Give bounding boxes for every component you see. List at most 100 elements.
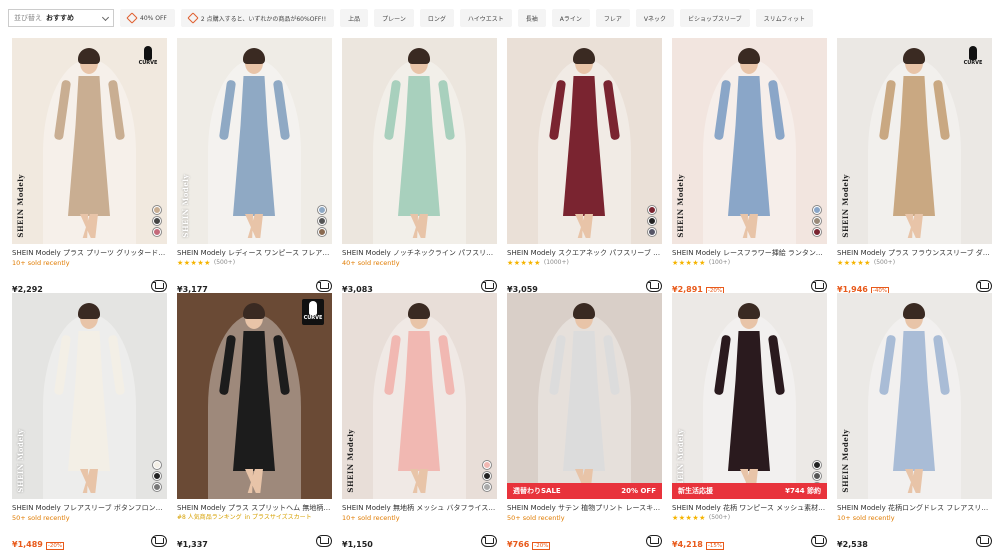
add-to-cart-button[interactable] (646, 535, 662, 547)
color-swatch[interactable] (648, 206, 656, 214)
color-swatch[interactable] (153, 217, 161, 225)
star-rating-icon: ★★★★★ (672, 259, 706, 267)
product-image[interactable]: SHEIN Modely (12, 293, 167, 499)
color-swatch[interactable] (153, 228, 161, 236)
chip-label: フレア (603, 15, 622, 23)
color-swatch[interactable] (813, 461, 821, 469)
product-title[interactable]: SHEIN Modely スクエアネック パフスリーブ ドレス (507, 248, 662, 258)
filter-chip-long[interactable]: ロング (419, 9, 454, 27)
add-to-cart-button[interactable] (151, 280, 167, 292)
product-image[interactable]: CURVE (177, 293, 332, 499)
color-swatch[interactable] (153, 461, 161, 469)
filter-chip-plain[interactable]: プレーン (374, 9, 414, 27)
color-swatch[interactable] (153, 472, 161, 480)
price-row: ¥1,489 -20% (12, 532, 167, 551)
add-to-cart-button[interactable] (316, 535, 332, 547)
product-title[interactable]: SHEIN Modely ノッチネックライン パフスリーブ ドレス (342, 248, 497, 258)
review-count: (1000+) (543, 259, 569, 266)
product-image[interactable]: SHEIN Modely CURVE (12, 38, 167, 244)
color-swatch[interactable] (648, 228, 656, 236)
price-group: ¥1,489 -20% (12, 532, 65, 551)
product-title[interactable]: SHEIN Modely 無地柄 メッシュ バタフライスリーブ トップス (342, 503, 497, 513)
color-swatch[interactable] (483, 483, 491, 491)
filter-chip-v-neck[interactable]: Vネック (635, 9, 675, 27)
star-rating-icon: ★★★★★ (672, 514, 706, 522)
product-card[interactable]: 週替わりSALE 20% OFF SHEIN Modely サテン 植物プリント レ… (507, 293, 662, 550)
model-hair (243, 303, 265, 319)
product-title[interactable]: SHEIN Modely 花柄 ワンピース メッシュ素材 ランタンスリーブ (672, 503, 827, 513)
product-image[interactable]: SHEIN Modely (672, 38, 827, 244)
curve-badge-label: CURVE (138, 60, 158, 66)
color-swatch[interactable] (153, 206, 161, 214)
product-card[interactable]: SHEIN Modely CURVE SHEIN Modely プラス フラウンスス… (837, 38, 992, 295)
color-swatch[interactable] (813, 472, 821, 480)
product-title[interactable]: SHEIN Modely プラス スプリットヘム 無地柄 スカート (177, 503, 332, 513)
product-title[interactable]: SHEIN Modely レースフラワー挿絵 ランタンスリーブ ドレス (672, 248, 827, 258)
add-to-cart-button[interactable] (481, 280, 497, 292)
filter-chip-bishop-sleeve[interactable]: ビショップスリーブ (680, 9, 750, 27)
add-to-cart-button[interactable] (481, 535, 497, 547)
product-title[interactable]: SHEIN Modely 花柄ロングドレス フレアスリーブ (837, 503, 992, 513)
product-title[interactable]: SHEIN Modely プラス フラウンススリーブ ダブルブレスト トレンチコ… (837, 248, 992, 258)
filter-chip-discount[interactable]: 40% OFF (120, 9, 175, 27)
color-swatch[interactable] (813, 206, 821, 214)
product-card[interactable]: SHEIN Modely SHEIN Modely フレアスリーブ ボタンフロント… (12, 293, 167, 551)
price-row: ¥2,891 -20% (672, 279, 827, 295)
product-title[interactable]: SHEIN Modely レディース ワンピース フレアスリーブ (177, 248, 332, 258)
cart-icon (812, 282, 824, 289)
product-meta: 40+ sold recently (342, 258, 497, 268)
filter-chip-slim-fit[interactable]: スリムフィット (755, 9, 814, 27)
product-card[interactable]: SHEIN Modely ノッチネックライン パフスリーブ ドレス40+ sol… (342, 38, 497, 294)
product-image[interactable] (342, 38, 497, 244)
color-swatch[interactable] (318, 228, 326, 236)
add-to-cart-button[interactable] (646, 280, 662, 292)
filter-chip-high-waist[interactable]: ハイウエスト (459, 9, 512, 27)
ranking-badge[interactable]: #8 人気商品ランキング (177, 513, 242, 523)
filter-chip-long-sleeve[interactable]: 長袖 (517, 9, 546, 27)
add-to-cart-button[interactable] (811, 535, 827, 547)
color-swatch[interactable] (318, 217, 326, 225)
color-swatch[interactable] (648, 217, 656, 225)
color-swatch[interactable] (483, 472, 491, 480)
add-to-cart-button[interactable] (976, 535, 992, 547)
product-image[interactable]: SHEIN Modely 新生活応援 ¥744 節約 (672, 293, 827, 499)
product-title[interactable]: SHEIN Modely フレアスリーブ ボタンフロント ブラウス (12, 503, 167, 513)
sort-dropdown[interactable]: 並び替え おすすめ (8, 9, 114, 27)
color-swatch[interactable] (813, 228, 821, 236)
product-card[interactable]: SHEIN Modely SHEIN Modely レースフラワー挿絵 ランタンス… (672, 38, 827, 295)
color-swatch[interactable] (318, 206, 326, 214)
price-group: ¥4,218 -15% (672, 532, 725, 551)
product-card[interactable]: SHEIN Modely CURVE SHEIN Modely プラス プリーツ グ… (12, 38, 167, 294)
add-to-cart-button[interactable] (811, 280, 827, 292)
ranking-category[interactable]: in プラスサイズスカート (245, 513, 312, 523)
add-to-cart-button[interactable] (151, 535, 167, 547)
chip-label: ロング (427, 15, 446, 23)
color-swatches (813, 206, 821, 236)
filter-chip-a-line[interactable]: Aライン (551, 9, 590, 27)
product-title[interactable]: SHEIN Modely サテン 植物プリント レースキャミドレス (507, 503, 662, 513)
product-title[interactable]: SHEIN Modely プラス プリーツ グリッタードレス (12, 248, 167, 258)
product-meta: 10+ sold recently (12, 258, 167, 268)
filter-chip-elegant[interactable]: 上品 (340, 9, 369, 27)
add-to-cart-button[interactable] (976, 280, 992, 292)
product-image[interactable]: SHEIN Modely CURVE (837, 38, 992, 244)
product-card[interactable]: SHEIN Modely SHEIN Modely 花柄ロングドレス フレアスリー… (837, 293, 992, 549)
color-swatch[interactable] (483, 461, 491, 469)
product-card[interactable]: SHEIN Modely 新生活応援 ¥744 節約 SHEIN Modely 花柄 … (672, 293, 827, 551)
curve-badge: CURVE (302, 299, 324, 325)
sold-count: 10+ sold recently (342, 514, 400, 522)
product-card[interactable]: SHEIN Modely SHEIN Modely レディース ワンピース フレア… (177, 38, 332, 294)
product-card[interactable]: CURVE SHEIN Modely プラス スプリットヘム 無地柄 スカート#8… (177, 293, 332, 549)
add-to-cart-button[interactable] (316, 280, 332, 292)
product-image[interactable]: SHEIN Modely (837, 293, 992, 499)
product-image[interactable]: 週替わりSALE 20% OFF (507, 293, 662, 499)
product-image[interactable] (507, 38, 662, 244)
filter-chip-flare[interactable]: フレア (595, 9, 630, 27)
color-swatch[interactable] (153, 483, 161, 491)
product-card[interactable]: SHEIN Modely SHEIN Modely 無地柄 メッシュ バタフライス… (342, 293, 497, 549)
product-image[interactable]: SHEIN Modely (342, 293, 497, 499)
product-card[interactable]: SHEIN Modely スクエアネック パフスリーブ ドレス ★★★★★ (100… (507, 38, 662, 294)
filter-chip-bundle[interactable]: 2 点購入すると、いずれかの商品が60%OFF!! (180, 9, 335, 27)
color-swatch[interactable] (813, 217, 821, 225)
product-image[interactable]: SHEIN Modely (177, 38, 332, 244)
